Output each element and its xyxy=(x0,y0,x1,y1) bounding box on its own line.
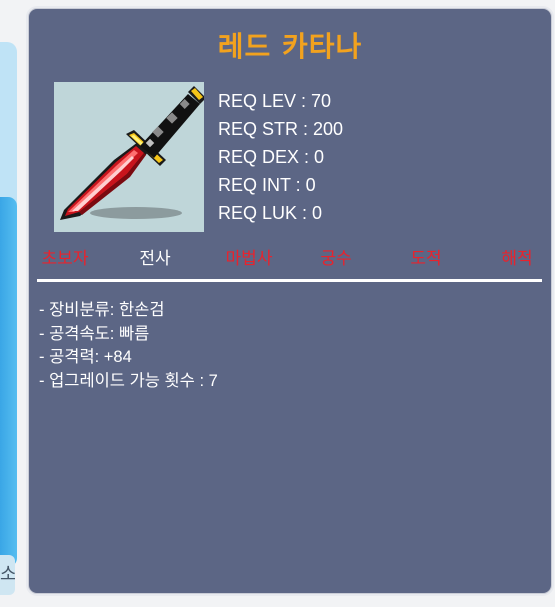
req-level: REQ LEV : 70 xyxy=(218,91,332,111)
job-pirate: 해적 xyxy=(501,249,533,269)
item-image-frame xyxy=(54,82,204,232)
item-tooltip: 레드 카타나 REQ LEV: 70 REQ STR: 200 REQ DE… xyxy=(28,8,552,594)
stat-attack-speed: - 공격속도: 빠름 xyxy=(39,324,150,343)
divider xyxy=(37,279,542,282)
item-stats: - 장비분류: 한손검 - 공격속도: 빠름 - 공격력: +84 - 업그레이… xyxy=(39,299,218,393)
job-beginner: 초보자 xyxy=(41,249,89,269)
req-int: REQ INT : 0 xyxy=(218,175,316,195)
req-luk: REQ LUK : 0 xyxy=(218,203,323,223)
job-archer: 궁수 xyxy=(320,249,352,269)
scrollbar-track[interactable] xyxy=(0,42,17,567)
job-restrictions: 초보자 전사 마법사 궁수 도적 해적 xyxy=(29,246,551,272)
job-magician: 마법사 xyxy=(225,249,273,269)
req-str: REQ STR : 200 xyxy=(218,119,344,139)
scrollbar-thumb[interactable] xyxy=(0,197,17,567)
sidebar-glyph: 소 xyxy=(0,555,15,595)
job-thief: 도적 xyxy=(410,249,442,269)
requirements-list: REQ LEV : 70 REQ STR : 200 REQ DEX : 0 R… xyxy=(218,87,343,227)
stat-upgrade-slots: - 업그레이드 가능 횟수 : 7 xyxy=(39,371,218,390)
red-katana-icon xyxy=(60,86,204,220)
job-warrior: 전사 xyxy=(139,249,171,269)
stat-attack-power: - 공격력: +84 xyxy=(39,348,132,366)
req-dex: REQ DEX : 0 xyxy=(218,147,325,167)
stat-weapon-type: - 장비분류: 한손검 xyxy=(39,301,165,319)
item-title: 레드 카타나 xyxy=(217,30,363,63)
